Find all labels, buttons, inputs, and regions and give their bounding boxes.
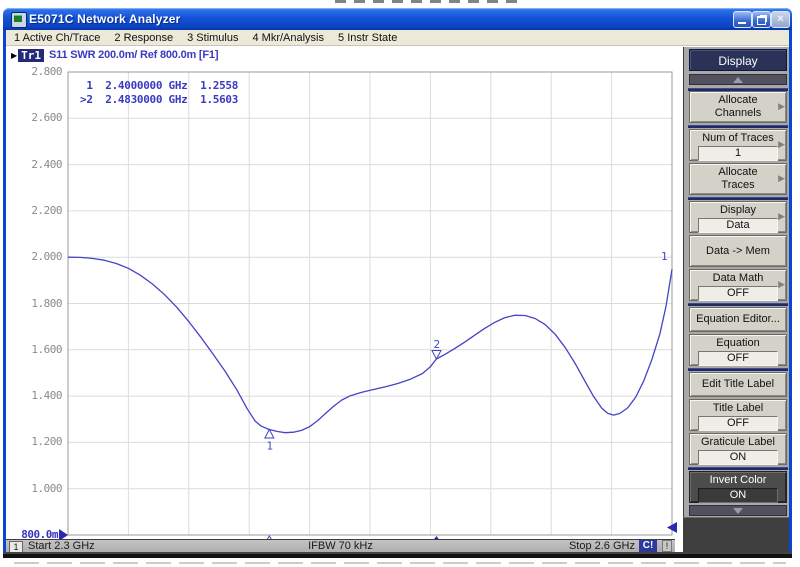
softkey-label: Allocate xyxy=(690,94,786,107)
softkey-group-separator xyxy=(688,303,788,306)
softkey-label: Display xyxy=(690,204,786,217)
marker-readout-panel: 1 2.4000000 GHz 1.2558>2 2.4830000 GHz 1… xyxy=(80,79,238,107)
softkey-title-label[interactable]: Title LabelOFF xyxy=(689,399,787,431)
softkey-display-data[interactable]: DisplayData▶ xyxy=(689,201,787,233)
softkey-label: Data Math xyxy=(690,272,786,285)
softkey-data-to-mem[interactable]: Data -> Mem xyxy=(689,235,787,267)
softkey-label: Edit Title Label xyxy=(702,378,774,391)
menu-item-2[interactable]: 2 Response xyxy=(114,32,173,44)
softkey-allocate-traces[interactable]: AllocateTraces▶ xyxy=(689,163,787,195)
softkey-label: Graticule Label xyxy=(690,436,786,449)
marker-2-number: 2 xyxy=(433,338,440,351)
softkey-label: Equation Editor... xyxy=(696,313,780,326)
marker-1-number: 1 xyxy=(266,439,273,452)
chevron-right-icon: ▶ xyxy=(778,101,785,112)
minimize-button[interactable] xyxy=(733,11,752,28)
active-trace-arrow-icon: ▶ xyxy=(11,51,17,60)
restore-button[interactable] xyxy=(752,11,771,28)
softkey-group-separator xyxy=(688,467,788,470)
swr-plot[interactable]: 1 1 2 xyxy=(40,60,690,545)
softkey-equation[interactable]: EquationOFF xyxy=(689,334,787,366)
softkey-allocate-channels[interactable]: AllocateChannels▶ xyxy=(689,91,787,123)
softkey-label: Title Label xyxy=(690,402,786,415)
sidebar-filler xyxy=(683,517,789,553)
softkey-sidebar: Display AllocateChannels▶Num of Traces1▶… xyxy=(683,47,789,553)
softkey-group-separator xyxy=(688,368,788,371)
softkey-graticule-label[interactable]: Graticule LabelON xyxy=(689,433,787,465)
warning-badge: ! xyxy=(662,540,672,552)
softkey-value: OFF xyxy=(698,416,778,431)
menu-item-5[interactable]: 5 Instr State xyxy=(338,32,397,44)
chevron-right-icon: ▶ xyxy=(778,139,785,150)
softkey-label: Num of Traces xyxy=(690,132,786,145)
softkey-edit-title-label[interactable]: Edit Title Label xyxy=(689,372,787,397)
softkey-num-of-traces[interactable]: Num of Traces1▶ xyxy=(689,129,787,161)
marker-readout-row: 1 2.4000000 GHz 1.2558 xyxy=(80,79,238,93)
close-icon: × xyxy=(772,12,789,26)
chevron-right-icon: ▶ xyxy=(778,173,785,184)
trace-number-label: 1 xyxy=(661,250,668,263)
softkey-invert-color[interactable]: Invert ColorON xyxy=(689,471,787,503)
menu-item-4[interactable]: 4 Mkr/Analysis xyxy=(252,32,324,44)
window-border-right xyxy=(789,30,792,554)
cropped-caption-top xyxy=(335,0,525,3)
menu-item-3[interactable]: 3 Stimulus xyxy=(187,32,238,44)
softkey-equation-editor[interactable]: Equation Editor... xyxy=(689,307,787,332)
softkey-value: ON xyxy=(698,488,778,503)
softkey-value: 1 xyxy=(698,146,778,161)
chevron-right-icon: ▶ xyxy=(778,279,785,290)
chevron-right-icon: ▶ xyxy=(778,211,785,222)
triangle-up-icon xyxy=(733,77,743,83)
close-button[interactable]: × xyxy=(771,11,790,28)
page: E5071C Network Analyzer × 1 Active Ch/Tr… xyxy=(0,0,800,567)
restore-icon xyxy=(757,16,766,25)
softkey-value: OFF xyxy=(698,286,778,301)
softkey-label: Data -> Mem xyxy=(706,245,770,258)
channel-status-bar: 1 Start 2.3 GHz IFBW 70 kHz Stop 2.6 GHz… xyxy=(6,539,675,553)
softkey-label: Equation xyxy=(690,337,786,350)
cropped-caption-bottom xyxy=(14,562,786,564)
softkey-value: Data xyxy=(698,218,778,233)
softkey-value: ON xyxy=(698,450,778,465)
softkey-label: Invert Color xyxy=(690,474,786,487)
sweep-stop-label: Stop 2.6 GHz xyxy=(569,540,635,552)
app-icon xyxy=(11,12,27,28)
minimize-icon xyxy=(738,22,746,24)
window-title: E5071C Network Analyzer xyxy=(29,12,181,26)
menu-item-1[interactable]: 1 Active Ch/Trace xyxy=(14,32,100,44)
menu-bar: 1 Active Ch/Trace 2 Response 3 Stimulus 4 M… xyxy=(6,30,789,46)
scroll-up-button[interactable] xyxy=(689,74,787,85)
softkey-label: Allocate xyxy=(690,166,786,179)
softkey-label: Traces xyxy=(690,179,786,192)
window-bottom-band xyxy=(3,552,792,558)
softkey-group-separator xyxy=(688,197,788,200)
softkey-menu-title: Display xyxy=(689,49,787,71)
softkey-data-math[interactable]: Data MathOFF▶ xyxy=(689,269,787,301)
marker-readout-row: >2 2.4830000 GHz 1.5603 xyxy=(80,93,238,107)
app-icon-screen xyxy=(14,15,22,22)
triangle-down-icon xyxy=(733,508,743,514)
softkey-label: Channels xyxy=(690,107,786,120)
softkey-value: OFF xyxy=(698,351,778,366)
calibration-status-badge: C! xyxy=(639,540,657,552)
softkey-group-separator xyxy=(688,125,788,128)
window-titlebar: E5071C Network Analyzer × xyxy=(3,8,792,30)
scroll-down-button[interactable] xyxy=(689,505,787,516)
